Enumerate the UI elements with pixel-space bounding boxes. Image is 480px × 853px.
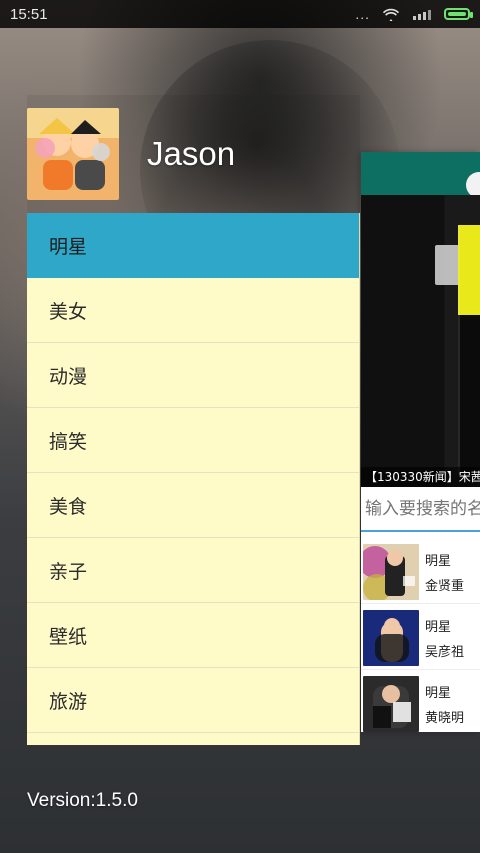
- status-icons: ...: [355, 6, 473, 22]
- avatar-image[interactable]: [27, 108, 119, 200]
- menu-item-anime[interactable]: 动漫: [27, 343, 359, 408]
- thumbnail-image: [363, 609, 419, 666]
- item-name: 金贤重: [425, 578, 465, 594]
- item-category: 明星: [425, 553, 452, 569]
- item-text: 明星 黄晓明: [425, 682, 464, 726]
- signal-icon: [412, 7, 432, 21]
- search-bar: [361, 487, 480, 532]
- banner-caption: 【130330新闻】宋茜: [361, 467, 480, 487]
- menu-item-beauty[interactable]: 美女: [27, 278, 359, 343]
- username: Jason: [147, 135, 236, 172]
- more-dots: ...: [355, 6, 370, 22]
- content-topbar: [361, 152, 480, 198]
- menu-item-stars[interactable]: 明星: [27, 213, 359, 278]
- item-category: 明星: [425, 685, 452, 701]
- drawer-menu: 明星 美女 动漫 搞笑 美食 亲子 壁纸 旅游: [27, 213, 360, 745]
- menu-item-wallpaper[interactable]: 壁纸: [27, 603, 359, 668]
- item-category: 明星: [425, 619, 452, 635]
- thumbnail-image: [363, 675, 419, 732]
- list-item[interactable]: 明星 吴彦祖: [361, 606, 480, 670]
- banner[interactable]: 【130330新闻】宋茜: [361, 195, 480, 487]
- item-text: 明星 吴彦祖: [425, 616, 464, 660]
- menu-item-food[interactable]: 美食: [27, 473, 359, 538]
- menu-item-funny[interactable]: 搞笑: [27, 408, 359, 473]
- status-bar: 15:51 ...: [0, 0, 480, 28]
- main-content-panel: 【130330新闻】宋茜 明星 金贤重: [361, 152, 480, 732]
- item-name: 吴彦祖: [425, 644, 465, 660]
- status-time: 15:51: [10, 5, 48, 23]
- list-item[interactable]: 明星 黄晓明: [361, 672, 480, 732]
- drawer-header: Jason: [27, 95, 360, 213]
- navigation-drawer: Jason 明星 美女 动漫 搞笑 美食 亲子 壁纸 旅游: [27, 95, 360, 745]
- battery-icon: [444, 8, 473, 20]
- banner-pillar: [458, 225, 480, 475]
- menu-item-travel[interactable]: 旅游: [27, 668, 359, 733]
- search-input[interactable]: [365, 498, 480, 519]
- app-version: Version:1.5.0: [27, 790, 138, 811]
- item-text: 明星 金贤重: [425, 550, 464, 594]
- list-item[interactable]: 明星 金贤重: [361, 540, 480, 604]
- thumbnail-image: [363, 543, 419, 600]
- result-list: 明星 金贤重 明星 吴彦祖 明星 黄晓明: [361, 532, 480, 732]
- wifi-icon: [382, 7, 400, 21]
- item-name: 黄晓明: [425, 710, 465, 726]
- menu-item-parenting[interactable]: 亲子: [27, 538, 359, 603]
